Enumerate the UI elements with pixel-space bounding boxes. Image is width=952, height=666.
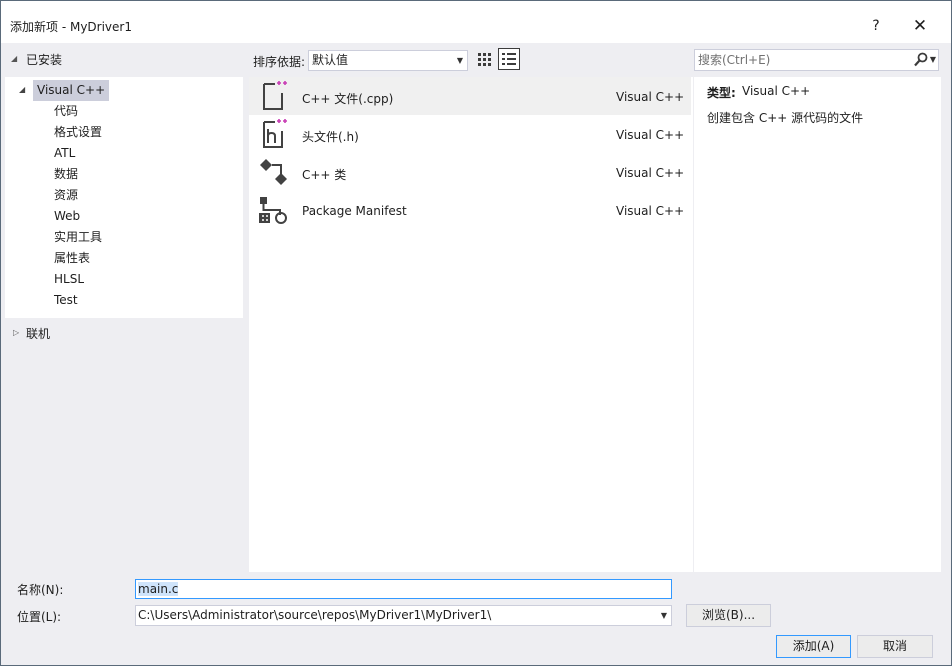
template-name: 头文件(.h) — [302, 130, 359, 144]
expanded-triangle-icon[interactable]: ◢ — [19, 85, 25, 94]
search-input[interactable]: 搜索(Ctrl+E) ▼ — [694, 49, 939, 71]
window-title: 添加新项 - MyDriver1 — [10, 20, 132, 34]
list-view-icon — [502, 53, 516, 65]
tree-item-data[interactable]: 数据 — [54, 164, 78, 185]
template-list: C++ 文件(.cpp) Visual C++ 头文件(.h) Visual C… — [249, 77, 693, 572]
template-language: Visual C++ — [616, 204, 685, 218]
tree-item-code[interactable]: 代码 — [54, 101, 78, 122]
browse-button[interactable]: 浏览(B)... — [686, 604, 771, 627]
package-manifest-icon — [259, 197, 287, 224]
name-label: 名称(N): — [17, 583, 64, 597]
chevron-down-icon: ▼ — [456, 56, 463, 65]
online-label: 联机 — [26, 327, 51, 341]
tree-item-web[interactable]: Web — [54, 206, 80, 227]
help-button[interactable]: ? — [861, 14, 891, 38]
location-label: 位置(L): — [17, 610, 62, 624]
name-field[interactable]: main.c — [135, 579, 672, 599]
cpp-file-icon — [263, 81, 287, 110]
grid-view-icon — [478, 53, 491, 66]
header-file-icon — [263, 119, 287, 148]
sort-by-value: 默认值 — [312, 53, 349, 67]
detail-description: 创建包含 C++ 源代码的文件 — [707, 111, 864, 125]
online-header[interactable]: ▷ 联机 — [5, 321, 245, 345]
tree-item-property-sheets[interactable]: 属性表 — [54, 248, 90, 269]
template-name: C++ 文件(.cpp) — [302, 92, 394, 106]
title-bar: 添加新项 - MyDriver1 ? ✕ — [1, 1, 951, 43]
template-language: Visual C++ — [616, 128, 685, 142]
tree-item-visual-cpp[interactable]: Visual C++ — [33, 80, 110, 101]
tree-item-formatting[interactable]: 格式设置 — [54, 122, 102, 143]
add-button[interactable]: 添加(A) — [776, 635, 851, 658]
location-dropdown[interactable]: C:\Users\Administrator\source\repos\MyDr… — [135, 605, 672, 626]
cpp-class-icon — [260, 159, 287, 185]
template-name: C++ 类 — [302, 168, 347, 182]
chevron-down-icon: ▼ — [660, 611, 667, 620]
tree-item-resources[interactable]: 资源 — [54, 185, 78, 206]
template-item-cpp-class[interactable]: C++ 类 Visual C++ — [249, 153, 691, 191]
cancel-button[interactable]: 取消 — [857, 635, 933, 658]
template-item-package-manifest[interactable]: Package Manifest Visual C++ — [249, 191, 691, 229]
tree-item-atl[interactable]: ATL — [54, 143, 75, 164]
expanded-triangle-icon: ◢ — [11, 54, 18, 63]
detail-type-label: 类型: — [707, 86, 736, 100]
template-item-cpp-file[interactable]: C++ 文件(.cpp) Visual C++ — [249, 77, 691, 115]
template-language: Visual C++ — [616, 166, 685, 180]
name-field-value: main.c — [138, 582, 179, 596]
list-view-button[interactable] — [498, 48, 520, 70]
search-placeholder: 搜索(Ctrl+E) — [698, 53, 771, 67]
sort-by-dropdown[interactable]: 默认值 ▼ — [308, 50, 468, 71]
add-new-item-dialog: 添加新项 - MyDriver1 ? ✕ ◢ 已安装 ◢ Visual C++ … — [0, 0, 952, 666]
template-item-header-file[interactable]: 头文件(.h) Visual C++ — [249, 115, 691, 153]
search-options-arrow-icon[interactable]: ▼ — [930, 50, 936, 70]
sort-by-label: 排序依据: — [253, 55, 306, 69]
grid-view-button[interactable] — [473, 48, 495, 70]
template-language: Visual C++ — [616, 90, 685, 104]
template-category-tree: ◢ Visual C++ 代码 格式设置 ATL 数据 资源 Web 实用工具 … — [5, 77, 243, 318]
close-button[interactable]: ✕ — [903, 14, 937, 38]
installed-header[interactable]: ◢ 已安装 — [5, 45, 245, 73]
tree-item-hlsl[interactable]: HLSL — [54, 269, 84, 290]
location-value: C:\Users\Administrator\source\repos\MyDr… — [138, 608, 492, 622]
template-details-pane: 类型: Visual C++ 创建包含 C++ 源代码的文件 — [694, 77, 941, 572]
tree-item-test[interactable]: Test — [54, 290, 78, 311]
collapsed-triangle-icon: ▷ — [13, 328, 20, 337]
tree-item-utility[interactable]: 实用工具 — [54, 227, 102, 248]
template-name: Package Manifest — [302, 204, 407, 218]
search-icon[interactable] — [914, 52, 928, 68]
detail-type-value: Visual C++ — [742, 84, 811, 98]
installed-label: 已安装 — [26, 53, 63, 67]
